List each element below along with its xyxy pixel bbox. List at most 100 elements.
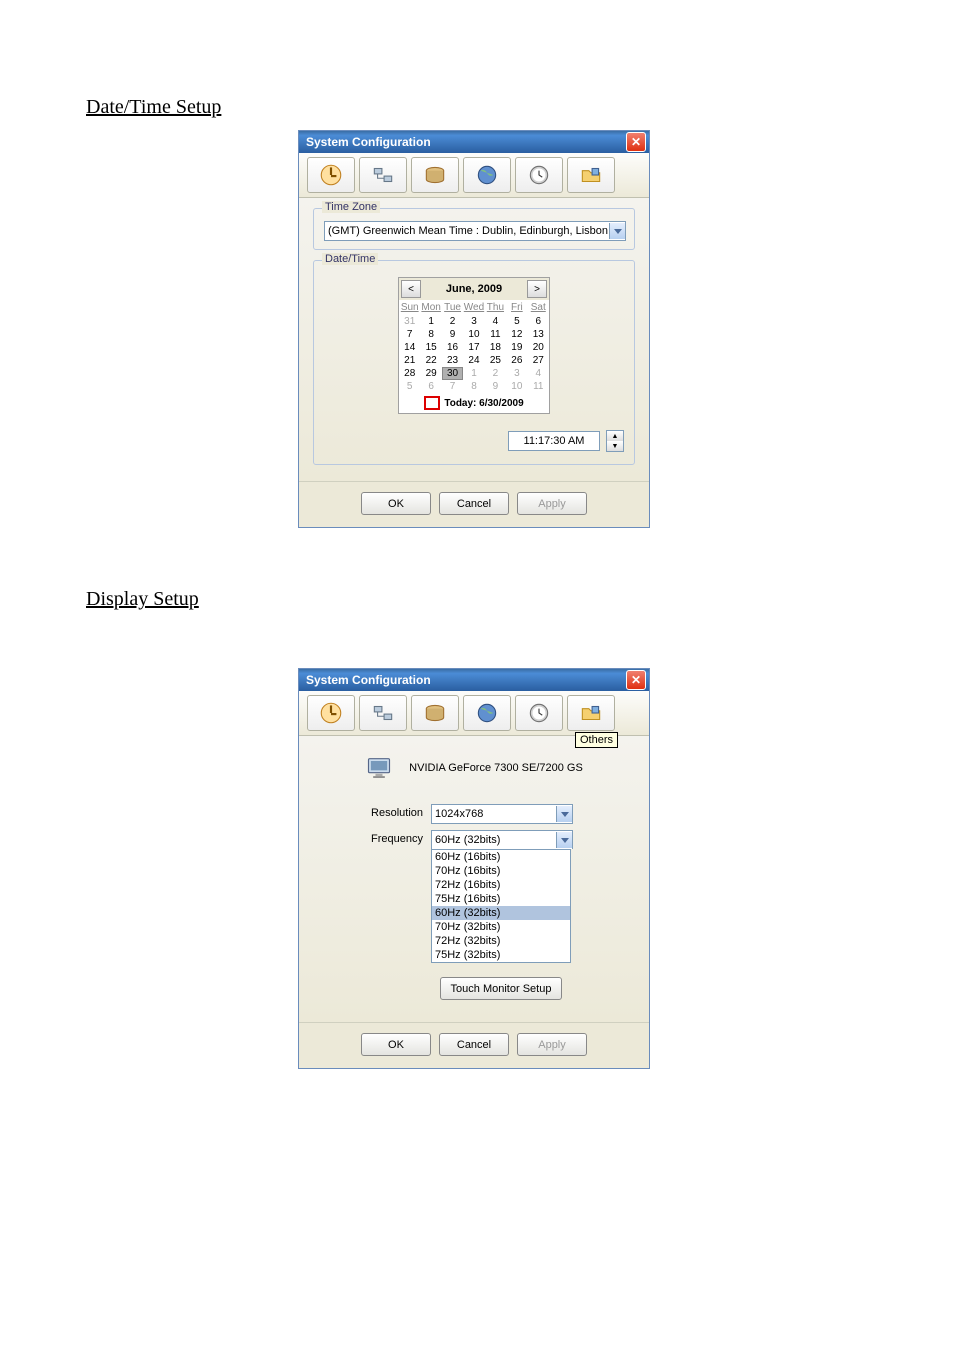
close-button[interactable]: ✕ bbox=[626, 132, 646, 152]
chevron-down-icon[interactable] bbox=[556, 832, 572, 848]
chevron-down-icon[interactable] bbox=[556, 806, 572, 822]
frequency-value: 60Hz (32bits) bbox=[432, 834, 556, 846]
cal-day-cell[interactable]: 6 bbox=[420, 380, 441, 393]
cal-day-cell[interactable]: 19 bbox=[506, 341, 527, 354]
touch-monitor-setup-button[interactable]: Touch Monitor Setup bbox=[440, 977, 562, 1000]
frequency-option[interactable]: 75Hz (16bits) bbox=[432, 892, 570, 906]
cal-day-cell[interactable]: 7 bbox=[399, 328, 420, 341]
cal-today-row[interactable]: Today: 6/30/2009 bbox=[399, 393, 549, 413]
tab-globe-icon[interactable] bbox=[463, 695, 511, 731]
frequency-option[interactable]: 60Hz (32bits) bbox=[432, 906, 570, 920]
section-heading-display: Display Setup bbox=[86, 588, 199, 611]
cal-day-cell[interactable]: 10 bbox=[506, 380, 527, 393]
section-heading-datetime: Date/Time Setup bbox=[86, 96, 221, 119]
cal-day-cell[interactable]: 29 bbox=[420, 367, 441, 380]
tab-clock-icon[interactable] bbox=[515, 157, 563, 193]
cal-day-cell[interactable]: 5 bbox=[506, 315, 527, 328]
cal-day-cell[interactable]: 12 bbox=[506, 328, 527, 341]
cal-day-cell[interactable]: 25 bbox=[485, 354, 506, 367]
frequency-option[interactable]: 72Hz (16bits) bbox=[432, 878, 570, 892]
cal-day-cell[interactable]: 8 bbox=[463, 380, 484, 393]
cal-day-cell[interactable]: 31 bbox=[399, 315, 420, 328]
frequency-option[interactable]: 72Hz (32bits) bbox=[432, 934, 570, 948]
cal-dayheader: Wed bbox=[463, 300, 484, 315]
cancel-button[interactable]: Cancel bbox=[439, 1033, 509, 1056]
cal-day-cell[interactable]: 5 bbox=[399, 380, 420, 393]
frequency-option[interactable]: 70Hz (16bits) bbox=[432, 864, 570, 878]
cal-day-cell[interactable]: 11 bbox=[528, 380, 549, 393]
cal-day-cell[interactable]: 7 bbox=[442, 380, 463, 393]
cal-day-cell[interactable]: 2 bbox=[485, 367, 506, 380]
cancel-button[interactable]: Cancel bbox=[439, 492, 509, 515]
apply-button: Apply bbox=[517, 1033, 587, 1056]
cal-day-cell[interactable]: 11 bbox=[485, 328, 506, 341]
cal-day-cell[interactable]: 21 bbox=[399, 354, 420, 367]
tab-globe-icon[interactable] bbox=[463, 157, 511, 193]
time-input[interactable]: 11:17:30 AM bbox=[508, 431, 600, 451]
cal-day-cell[interactable]: 22 bbox=[420, 354, 441, 367]
cal-day-cell[interactable]: 3 bbox=[463, 315, 484, 328]
cal-day-cell[interactable]: 23 bbox=[442, 354, 463, 367]
tab-folder-icon[interactable]: Others bbox=[567, 695, 615, 731]
cal-day-cell[interactable]: 4 bbox=[528, 367, 549, 380]
titlebar: System Configuration ✕ bbox=[299, 669, 649, 691]
cal-day-cell[interactable]: 1 bbox=[463, 367, 484, 380]
cal-day-cell[interactable]: 6 bbox=[528, 315, 549, 328]
resolution-label: Resolution bbox=[313, 804, 431, 819]
timezone-value: (GMT) Greenwich Mean Time : Dublin, Edin… bbox=[325, 225, 609, 237]
cal-day-cell[interactable]: 9 bbox=[442, 328, 463, 341]
cal-day-cell[interactable]: 15 bbox=[420, 341, 441, 354]
tab-network-icon[interactable] bbox=[359, 695, 407, 731]
tab-network-icon[interactable] bbox=[359, 157, 407, 193]
cal-day-cell[interactable]: 8 bbox=[420, 328, 441, 341]
cal-next-button[interactable]: > bbox=[527, 280, 547, 298]
timezone-select[interactable]: (GMT) Greenwich Mean Time : Dublin, Edin… bbox=[324, 221, 626, 241]
spinner-up-icon[interactable]: ▲ bbox=[607, 431, 623, 441]
resolution-value: 1024x768 bbox=[432, 808, 556, 820]
frequency-option[interactable]: 60Hz (16bits) bbox=[432, 850, 570, 864]
cal-dayheader: Tue bbox=[442, 300, 463, 315]
cal-day-cell[interactable]: 30 bbox=[442, 367, 463, 380]
close-button[interactable]: ✕ bbox=[626, 670, 646, 690]
tab-config-icon[interactable] bbox=[307, 695, 355, 731]
datetime-legend: Date/Time bbox=[322, 253, 378, 265]
cal-day-cell[interactable]: 16 bbox=[442, 341, 463, 354]
frequency-select[interactable]: 60Hz (32bits) bbox=[431, 830, 573, 849]
cal-day-cell[interactable]: 14 bbox=[399, 341, 420, 354]
window-system-configuration-display: System Configuration ✕ Others NVIDIA GeF… bbox=[298, 668, 650, 1069]
tab-config-icon[interactable] bbox=[307, 157, 355, 193]
cal-day-cell[interactable]: 20 bbox=[528, 341, 549, 354]
frequency-option[interactable]: 75Hz (32bits) bbox=[432, 948, 570, 962]
cal-day-cell[interactable]: 3 bbox=[506, 367, 527, 380]
cal-day-cell[interactable]: 1 bbox=[420, 315, 441, 328]
toolbar bbox=[299, 153, 649, 198]
time-spinner[interactable]: ▲ ▼ bbox=[606, 430, 624, 452]
ok-button[interactable]: OK bbox=[361, 1033, 431, 1056]
tab-disk-icon[interactable] bbox=[411, 157, 459, 193]
resolution-select[interactable]: 1024x768 bbox=[431, 804, 573, 824]
cal-day-cell[interactable]: 2 bbox=[442, 315, 463, 328]
cal-days-grid[interactable]: 3112345678910111213141516171819202122232… bbox=[399, 315, 549, 393]
cal-day-cell[interactable]: 10 bbox=[463, 328, 484, 341]
cal-day-cell[interactable]: 4 bbox=[485, 315, 506, 328]
ok-button[interactable]: OK bbox=[361, 492, 431, 515]
cal-prev-button[interactable]: < bbox=[401, 280, 421, 298]
cal-day-cell[interactable]: 26 bbox=[506, 354, 527, 367]
cal-dayheader: Fri bbox=[506, 300, 527, 315]
cal-day-cell[interactable]: 27 bbox=[528, 354, 549, 367]
cal-day-cell[interactable]: 18 bbox=[485, 341, 506, 354]
frequency-option[interactable]: 70Hz (32bits) bbox=[432, 920, 570, 934]
frequency-listbox[interactable]: 60Hz (16bits)70Hz (16bits)72Hz (16bits)7… bbox=[431, 849, 571, 963]
spinner-down-icon[interactable]: ▼ bbox=[607, 441, 623, 451]
tab-folder-icon[interactable] bbox=[567, 157, 615, 193]
tab-disk-icon[interactable] bbox=[411, 695, 459, 731]
cal-day-cell[interactable]: 28 bbox=[399, 367, 420, 380]
cal-day-cell[interactable]: 17 bbox=[463, 341, 484, 354]
cal-day-cell[interactable]: 24 bbox=[463, 354, 484, 367]
cal-dayheader: Sat bbox=[528, 300, 549, 315]
cal-day-cell[interactable]: 13 bbox=[528, 328, 549, 341]
dialog-button-row: OK Cancel Apply bbox=[299, 1022, 649, 1068]
cal-day-cell[interactable]: 9 bbox=[485, 380, 506, 393]
tab-clock-icon[interactable] bbox=[515, 695, 563, 731]
chevron-down-icon[interactable] bbox=[609, 223, 625, 239]
